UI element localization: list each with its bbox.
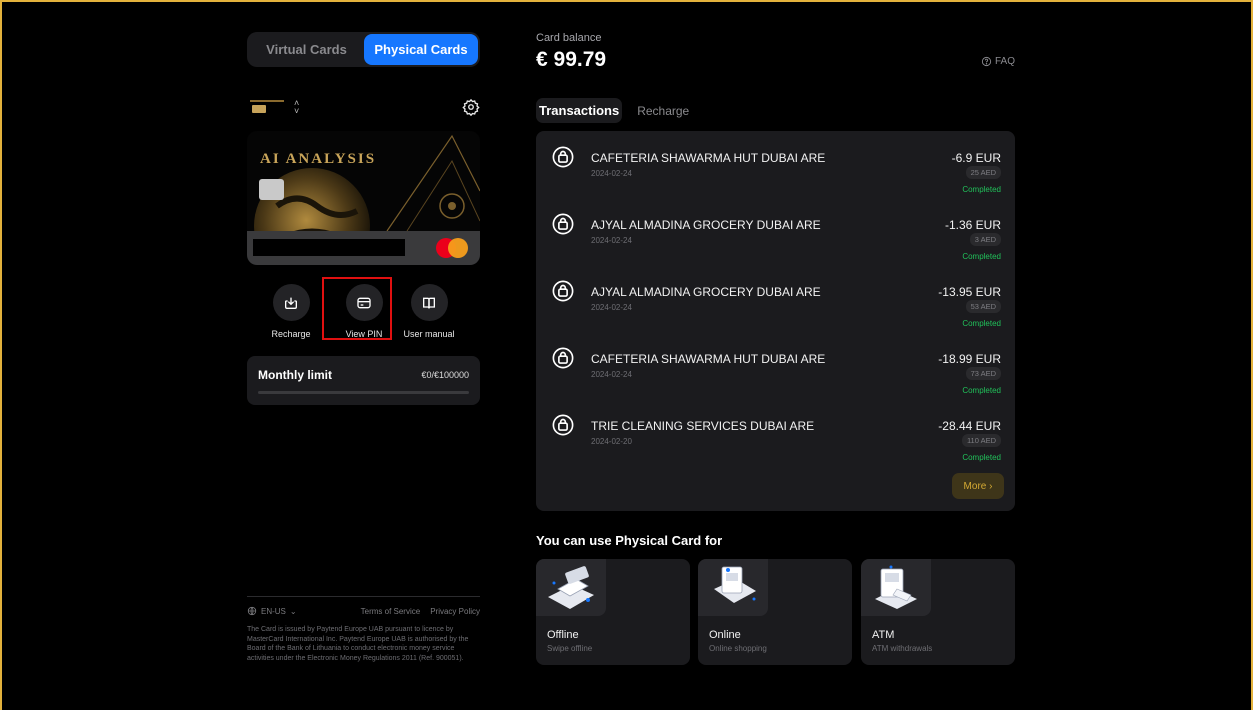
transaction-row[interactable]: AJYAL ALMADINA GROCERY DUBAI ARE 2024-02… bbox=[536, 271, 1015, 331]
faq-link[interactable]: FAQ bbox=[981, 56, 1015, 67]
transaction-date: 2024-02-24 bbox=[591, 303, 632, 312]
transaction-date: 2024-02-20 bbox=[591, 437, 632, 446]
transactions-list: CAFETERIA SHAWARMA HUT DUBAI ARE 2024-02… bbox=[536, 131, 1015, 511]
physical-cards-tab[interactable]: Physical Cards bbox=[364, 34, 478, 65]
card-thumbnail-icon bbox=[250, 100, 284, 114]
usage-card-subtitle: Swipe offline bbox=[547, 644, 593, 653]
transaction-local-amount: 3 AED bbox=[969, 233, 1001, 246]
masked-card-number bbox=[253, 239, 405, 256]
mastercard-logo-icon bbox=[436, 238, 468, 258]
transaction-status: Completed bbox=[962, 453, 1001, 462]
monthly-limit-panel: Monthly limit €0/€100000 bbox=[247, 356, 480, 405]
user-manual-action-label: User manual bbox=[403, 329, 455, 339]
monthly-limit-value: €0/€100000 bbox=[421, 370, 469, 380]
usage-card-online[interactable]: Online Online shopping bbox=[698, 559, 852, 665]
transaction-amount: -18.99 EUR bbox=[938, 352, 1001, 366]
virtual-cards-tab[interactable]: Virtual Cards bbox=[249, 34, 364, 65]
usage-section-title: You can use Physical Card for bbox=[536, 533, 723, 548]
globe-icon bbox=[247, 606, 257, 616]
bank-card[interactable]: AI ANALYSIS bbox=[247, 131, 480, 265]
transaction-amount: -1.36 EUR bbox=[944, 218, 1001, 232]
transaction-status: Completed bbox=[962, 252, 1001, 261]
footer-divider bbox=[247, 596, 480, 597]
atm-icon bbox=[861, 559, 931, 616]
monthly-limit-title: Monthly limit bbox=[258, 368, 332, 382]
transaction-amount: -13.95 EUR bbox=[938, 285, 1001, 299]
recharge-action-label: Recharge bbox=[271, 329, 311, 339]
transaction-merchant: AJYAL ALMADINA GROCERY DUBAI ARE bbox=[591, 218, 821, 232]
tab-recharge[interactable]: Recharge bbox=[634, 99, 692, 123]
usage-card-atm[interactable]: ATM ATM withdrawals bbox=[861, 559, 1015, 665]
online-shopping-icon bbox=[698, 559, 768, 616]
usage-card-title: Offline bbox=[547, 629, 579, 641]
shopping-bag-icon bbox=[552, 347, 574, 369]
monthly-limit-progress-bar bbox=[258, 391, 469, 394]
terms-of-service-link[interactable]: Terms of Service bbox=[361, 607, 421, 616]
card-balance-label: Card balance bbox=[536, 32, 602, 44]
transaction-merchant: CAFETERIA SHAWARMA HUT DUBAI ARE bbox=[591, 151, 826, 165]
transaction-status: Completed bbox=[962, 319, 1001, 328]
card-balance-value: € 99.79 bbox=[536, 48, 607, 71]
shopping-bag-icon bbox=[552, 280, 574, 302]
transaction-local-amount: 25 AED bbox=[965, 166, 1001, 179]
transaction-merchant: TRIE CLEANING SERVICES DUBAI ARE bbox=[591, 419, 815, 433]
legal-notice: The Card is issued by Paytend Europe UAB… bbox=[247, 626, 469, 662]
card-brand-title: AI ANALYSIS bbox=[260, 151, 377, 167]
transaction-row[interactable]: CAFETERIA SHAWARMA HUT DUBAI ARE 2024-02… bbox=[536, 338, 1015, 398]
transaction-row[interactable]: AJYAL ALMADINA GROCERY DUBAI ARE 2024-02… bbox=[536, 204, 1015, 264]
transaction-local-amount: 53 AED bbox=[965, 300, 1001, 313]
recharge-action[interactable]: Recharge bbox=[251, 284, 331, 339]
book-icon bbox=[410, 284, 448, 321]
transaction-date: 2024-02-24 bbox=[591, 236, 632, 245]
transaction-local-amount: 73 AED bbox=[965, 367, 1001, 380]
chevron-up-down-icon: ˄ ˅ bbox=[294, 98, 300, 116]
shopping-bag-icon bbox=[552, 213, 574, 235]
usage-cards: Offline Swipe offline Online Online shop… bbox=[536, 559, 1015, 665]
chevron-down-icon: ⌄ bbox=[289, 606, 297, 616]
card-type-switch: Virtual Cards Physical Cards bbox=[247, 32, 480, 67]
transaction-date: 2024-02-24 bbox=[591, 169, 632, 178]
transaction-status: Completed bbox=[962, 185, 1001, 194]
left-column: Virtual Cards Physical Cards ˄ ˅ AI ANAL… bbox=[247, 32, 480, 662]
tab-transactions[interactable]: Transactions bbox=[536, 98, 623, 123]
transaction-status: Completed bbox=[962, 386, 1001, 395]
usage-card-offline[interactable]: Offline Swipe offline bbox=[536, 559, 690, 665]
user-manual-action[interactable]: User manual bbox=[389, 284, 469, 339]
transaction-merchant: CAFETERIA SHAWARMA HUT DUBAI ARE bbox=[591, 352, 826, 366]
gear-icon[interactable] bbox=[462, 98, 480, 116]
transaction-local-amount: 110 AED bbox=[961, 434, 1001, 447]
shopping-bag-icon bbox=[552, 414, 574, 436]
faq-label: FAQ bbox=[994, 56, 1015, 67]
card-selector[interactable]: ˄ ˅ bbox=[250, 98, 300, 116]
card-chip-icon bbox=[259, 179, 284, 200]
transaction-row[interactable]: TRIE CLEANING SERVICES DUBAI ARE 2024-02… bbox=[536, 405, 1015, 465]
shopping-bag-icon bbox=[552, 146, 574, 168]
transaction-row[interactable]: CAFETERIA SHAWARMA HUT DUBAI ARE 2024-02… bbox=[536, 137, 1015, 197]
usage-card-subtitle: Online shopping bbox=[709, 644, 767, 653]
usage-card-subtitle: ATM withdrawals bbox=[872, 644, 933, 653]
language-label: EN-US bbox=[261, 606, 286, 616]
more-button[interactable]: More › bbox=[952, 473, 1004, 499]
transaction-amount: -28.44 EUR bbox=[938, 419, 1001, 433]
transaction-date: 2024-02-24 bbox=[591, 370, 632, 379]
language-selector[interactable]: EN-US ⌄ bbox=[247, 606, 297, 616]
card-number-strip bbox=[247, 231, 480, 265]
pos-terminal-icon bbox=[536, 559, 606, 616]
transaction-amount: -6.9 EUR bbox=[951, 151, 1001, 165]
usage-card-title: Online bbox=[709, 629, 741, 641]
highlight-box bbox=[322, 277, 392, 340]
right-column: Card balance € 99.79 FAQ Transactions Re… bbox=[536, 32, 1015, 665]
transaction-merchant: AJYAL ALMADINA GROCERY DUBAI ARE bbox=[591, 285, 821, 299]
help-circle-icon bbox=[981, 56, 992, 67]
privacy-policy-link[interactable]: Privacy Policy bbox=[430, 607, 480, 616]
footer: EN-US ⌄ Terms of Service Privacy Policy … bbox=[247, 596, 480, 663]
usage-card-title: ATM bbox=[872, 629, 895, 641]
transaction-tabs: Transactions Recharge bbox=[536, 98, 692, 123]
recharge-icon bbox=[272, 284, 310, 321]
